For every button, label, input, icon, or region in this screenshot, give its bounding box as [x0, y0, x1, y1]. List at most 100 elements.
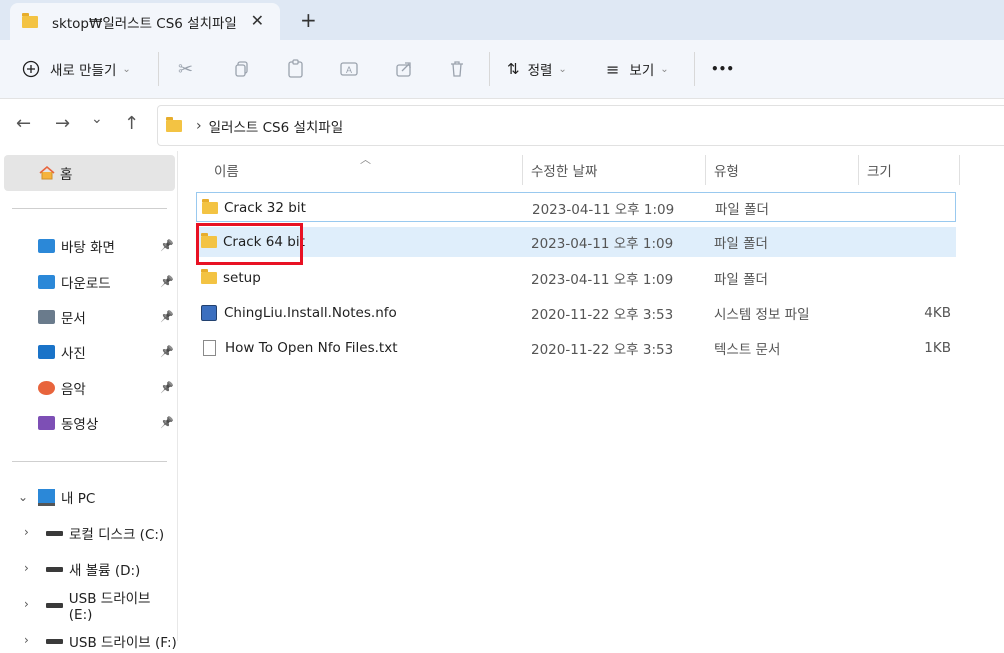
drive-label: 새 볼륨 (D:): [69, 563, 141, 579]
file-size: [887, 193, 952, 223]
navigation-pane: 홈 바탕 화면 📌 다운로드 📌 문서 📌 사진 📌 음악 📌 동영상 📌 ⌄ 내 PC › 로컬 디스…: [0, 151, 178, 651]
file-name: Crack 64 bit: [223, 234, 305, 250]
sidebar-pc-label: 내 PC: [61, 491, 96, 507]
file-name-cell: How To Open Nfo Files.txt: [201, 333, 398, 363]
share-icon: [396, 62, 411, 77]
column-header-date[interactable]: 수정한 날짜: [531, 151, 597, 189]
title-bar: sktop₩일러스트 CS6 설치파일 ✕ +: [0, 0, 1004, 40]
pin-icon[interactable]: 📌: [160, 275, 174, 288]
new-tab-button[interactable]: +: [300, 8, 317, 32]
back-button[interactable]: ←: [16, 113, 31, 134]
recent-locations-button[interactable]: ⌄: [91, 111, 103, 127]
pin-icon[interactable]: 📌: [160, 416, 174, 429]
close-tab-icon[interactable]: ✕: [251, 11, 264, 30]
drive-icon: [46, 602, 63, 608]
file-type: 텍스트 문서: [714, 342, 781, 358]
pin-icon[interactable]: 📌: [160, 310, 174, 323]
address-bar[interactable]: › 일러스트 CS6 설치파일: [157, 105, 1004, 146]
tab-current[interactable]: sktop₩일러스트 CS6 설치파일 ✕: [10, 3, 280, 40]
sidebar-item-1[interactable]: 다운로드: [38, 270, 111, 294]
pin-icon[interactable]: 📌: [160, 381, 174, 394]
file-size: 4KB: [924, 305, 951, 321]
delete-button[interactable]: [448, 40, 466, 98]
file-row[interactable]: Crack 32 bit 2023-04-11 오후 1:09 파일 폴더: [196, 192, 956, 222]
sidebar-item-5[interactable]: 동영상: [38, 411, 98, 435]
copy-icon: [235, 61, 248, 77]
tab-title: sktop₩일러스트 CS6 설치파일: [52, 15, 237, 32]
folder-icon: [201, 269, 217, 284]
folder-icon: [166, 116, 182, 132]
column-header-type[interactable]: 유형: [714, 151, 739, 189]
file-name: Crack 32 bit: [224, 200, 306, 216]
rename-icon: A: [340, 62, 358, 76]
file-list: ︿ 이름 수정한 날짜 유형 크기 Crack 32 bit 2023-04-11…: [178, 151, 1004, 641]
file-row[interactable]: How To Open Nfo Files.txt 2020-11-22 오후 3…: [196, 333, 956, 363]
sidebar-item-drive-3[interactable]: USB 드라이브 (F:): [46, 629, 177, 653]
more-options-button[interactable]: •••: [711, 40, 734, 98]
drive-label: 로컬 디스크 (C:): [69, 527, 165, 543]
drive-label: USB 드라이브 (F:): [69, 635, 177, 651]
file-type: 파일 폴더: [715, 202, 769, 218]
music-icon: [38, 381, 55, 395]
sidebar-item-label: 문서: [61, 311, 86, 327]
column-header-name[interactable]: 이름: [214, 151, 239, 189]
file-size: 1KB: [924, 340, 951, 356]
chevron-down-icon: ⌄: [660, 63, 669, 75]
file-type: 파일 폴더: [714, 272, 768, 288]
column-header-size[interactable]: 크기: [867, 151, 892, 189]
video-icon: [38, 416, 55, 430]
chevron-down-icon: ⌄: [558, 63, 567, 75]
system-info-icon: [201, 305, 217, 321]
file-date: 2020-11-22 오후 3:53: [531, 342, 674, 358]
sidebar-item-0[interactable]: 바탕 화면: [38, 234, 115, 258]
sidebar-item-label: 사진: [61, 346, 86, 362]
sidebar-item-drive-1[interactable]: 새 볼륨 (D:): [46, 557, 140, 581]
sidebar-item-3[interactable]: 사진: [38, 340, 86, 364]
sidebar-item-2[interactable]: 문서: [38, 305, 86, 329]
delete-icon: [451, 61, 463, 77]
cut-button[interactable]: ✂: [178, 40, 193, 98]
paste-button[interactable]: [287, 40, 305, 98]
breadcrumb-current[interactable]: 일러스트 CS6 설치파일: [209, 116, 344, 136]
forward-button[interactable]: →: [55, 113, 70, 134]
file-row[interactable]: ChingLiu.Install.Notes.nfo 2020-11-22 오후 …: [196, 298, 956, 328]
text-file-icon: [203, 340, 216, 356]
breadcrumb-separator: ›: [196, 117, 202, 134]
pin-icon[interactable]: 📌: [160, 345, 174, 358]
expand-pc-icon[interactable]: ⌄: [18, 490, 28, 504]
file-row[interactable]: setup 2023-04-11 오후 1:09 파일 폴더: [196, 263, 956, 293]
sidebar-item-drive-0[interactable]: 로컬 디스크 (C:): [46, 521, 164, 545]
view-icon: ≡: [606, 59, 620, 79]
expand-drive-icon[interactable]: ›: [24, 633, 29, 647]
sidebar-item-label: 동영상: [61, 417, 99, 433]
sidebar-item-this-pc[interactable]: 내 PC: [38, 485, 95, 509]
navigation-bar: ← → ⌄ ↑ › 일러스트 CS6 설치파일: [0, 99, 1004, 151]
up-button[interactable]: ↑: [124, 113, 139, 134]
desktop-icon: [38, 239, 55, 253]
view-button[interactable]: ≡ 보기 ⌄: [606, 40, 669, 98]
sidebar-item-drive-2[interactable]: USB 드라이브 (E:): [46, 591, 177, 623]
file-date: 2020-11-22 오후 3:53: [531, 307, 674, 323]
sort-icon: ⇅: [507, 60, 520, 78]
pc-icon: [38, 488, 55, 506]
file-size: [886, 227, 951, 257]
new-button[interactable]: 새로 만들기 ⌄: [22, 40, 131, 98]
sort-button[interactable]: ⇅ 정렬 ⌄: [507, 40, 567, 98]
copy-button[interactable]: [233, 40, 251, 98]
share-button[interactable]: [395, 40, 413, 98]
rename-button[interactable]: A: [339, 40, 359, 98]
paste-icon: [288, 59, 303, 78]
document-icon: [38, 310, 55, 324]
sidebar-item-label: 다운로드: [61, 276, 111, 292]
pin-icon[interactable]: 📌: [160, 239, 174, 252]
drive-icon: [46, 530, 63, 536]
expand-drive-icon[interactable]: ›: [24, 561, 29, 575]
sidebar-item-home[interactable]: 홈: [4, 155, 175, 191]
expand-drive-icon[interactable]: ›: [24, 597, 29, 611]
sidebar-item-4[interactable]: 음악: [38, 376, 86, 400]
expand-drive-icon[interactable]: ›: [24, 525, 29, 539]
file-row[interactable]: Crack 64 bit 2023-04-11 오후 1:09 파일 폴더: [196, 227, 956, 257]
sidebar-item-label: 바탕 화면: [61, 240, 115, 256]
file-name-cell: Crack 64 bit: [201, 227, 305, 257]
folder-icon: [22, 12, 38, 28]
